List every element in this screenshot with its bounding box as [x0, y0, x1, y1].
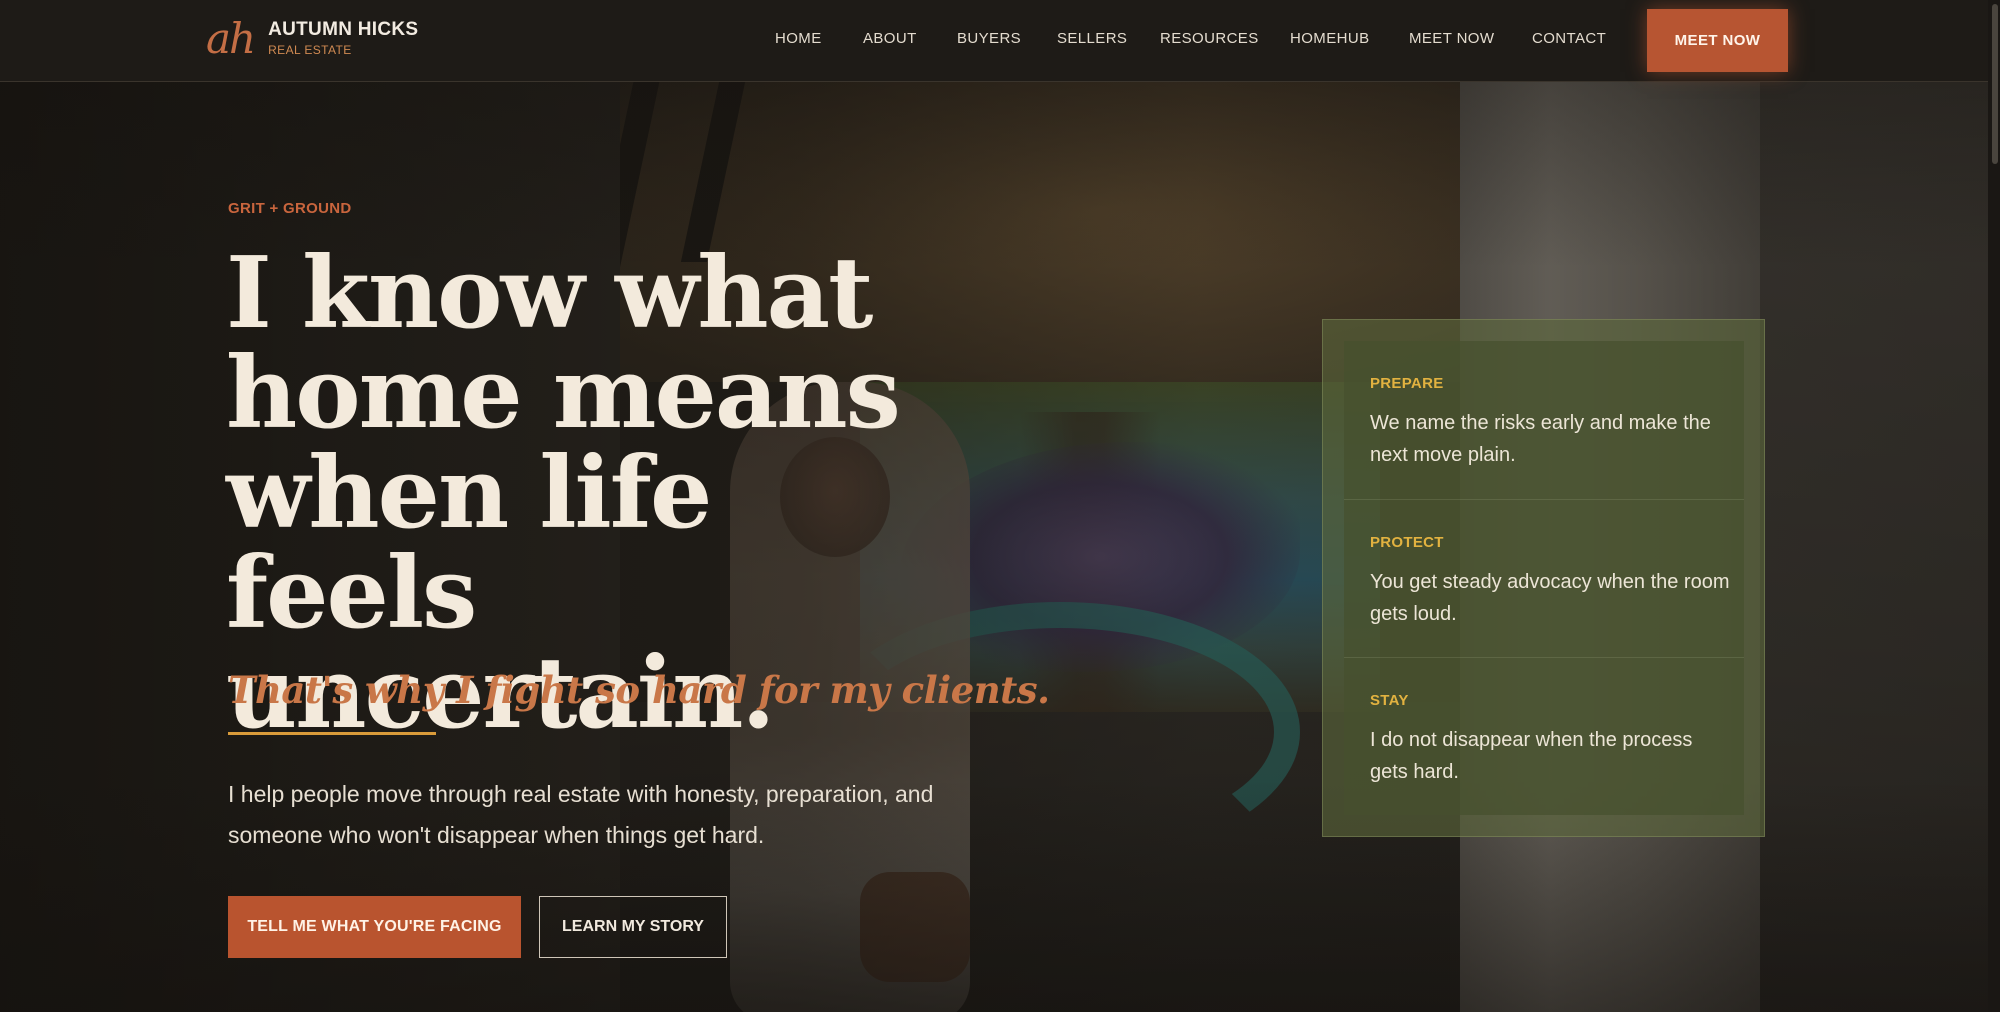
learn-my-story-button[interactable]: LEARN MY STORY — [539, 896, 727, 958]
hero-intro: I help people move through real estate w… — [228, 781, 934, 848]
pillar-title: PREPARE — [1370, 375, 1444, 392]
hero-tagline: That's why I fight so hard for my client… — [228, 668, 1050, 712]
pillar-protect: PROTECT You get steady advocacy when the… — [1344, 499, 1744, 657]
pillar-stay: STAY I do not disappear when the process… — [1344, 657, 1744, 815]
pillars-card-inner: PREPARE We name the risks early and make… — [1344, 341, 1744, 815]
hero-eyebrow: GRIT + GROUND — [228, 200, 352, 217]
hero-section: GRIT + GROUND I know what home means whe… — [226, 82, 1050, 1012]
pillar-body: We name the risks early and make the nex… — [1370, 412, 1711, 466]
pillar-body: I do not disappear when the process gets… — [1370, 729, 1693, 783]
nav-link-home[interactable]: HOME — [775, 30, 822, 47]
pillar-title: PROTECT — [1370, 534, 1444, 551]
nav-link-buyers[interactable]: BUYERS — [957, 30, 1021, 47]
nav-link-about[interactable]: ABOUT — [863, 30, 917, 47]
tell-me-what-youre-facing-button[interactable]: TELL ME WHAT YOU'RE FACING — [228, 896, 521, 958]
nav-link-homehub[interactable]: HOMEHUB — [1290, 30, 1369, 47]
nav-link-resources[interactable]: RESOURCES — [1160, 30, 1259, 47]
nav-link-meet-now[interactable]: MEET NOW — [1409, 30, 1494, 47]
pillar-title: STAY — [1370, 692, 1409, 709]
pillar-body: You get steady advocacy when the room ge… — [1370, 571, 1730, 625]
meet-now-button[interactable]: MEET NOW — [1647, 9, 1788, 72]
nav-link-sellers[interactable]: SELLERS — [1057, 30, 1127, 47]
tagline-underline — [228, 732, 436, 735]
pillar-prepare: PREPARE We name the risks early and make… — [1344, 341, 1744, 499]
pillars-card: PREPARE We name the risks early and make… — [1322, 319, 1765, 837]
nav-link-contact[interactable]: CONTACT — [1532, 30, 1606, 47]
site-header: ah AUTUMN HICKS REAL ESTATE HOME ABOUT B… — [0, 0, 2000, 82]
scrollbar-thumb[interactable] — [1992, 4, 1998, 164]
page-scrollbar[interactable] — [1988, 0, 2000, 1012]
